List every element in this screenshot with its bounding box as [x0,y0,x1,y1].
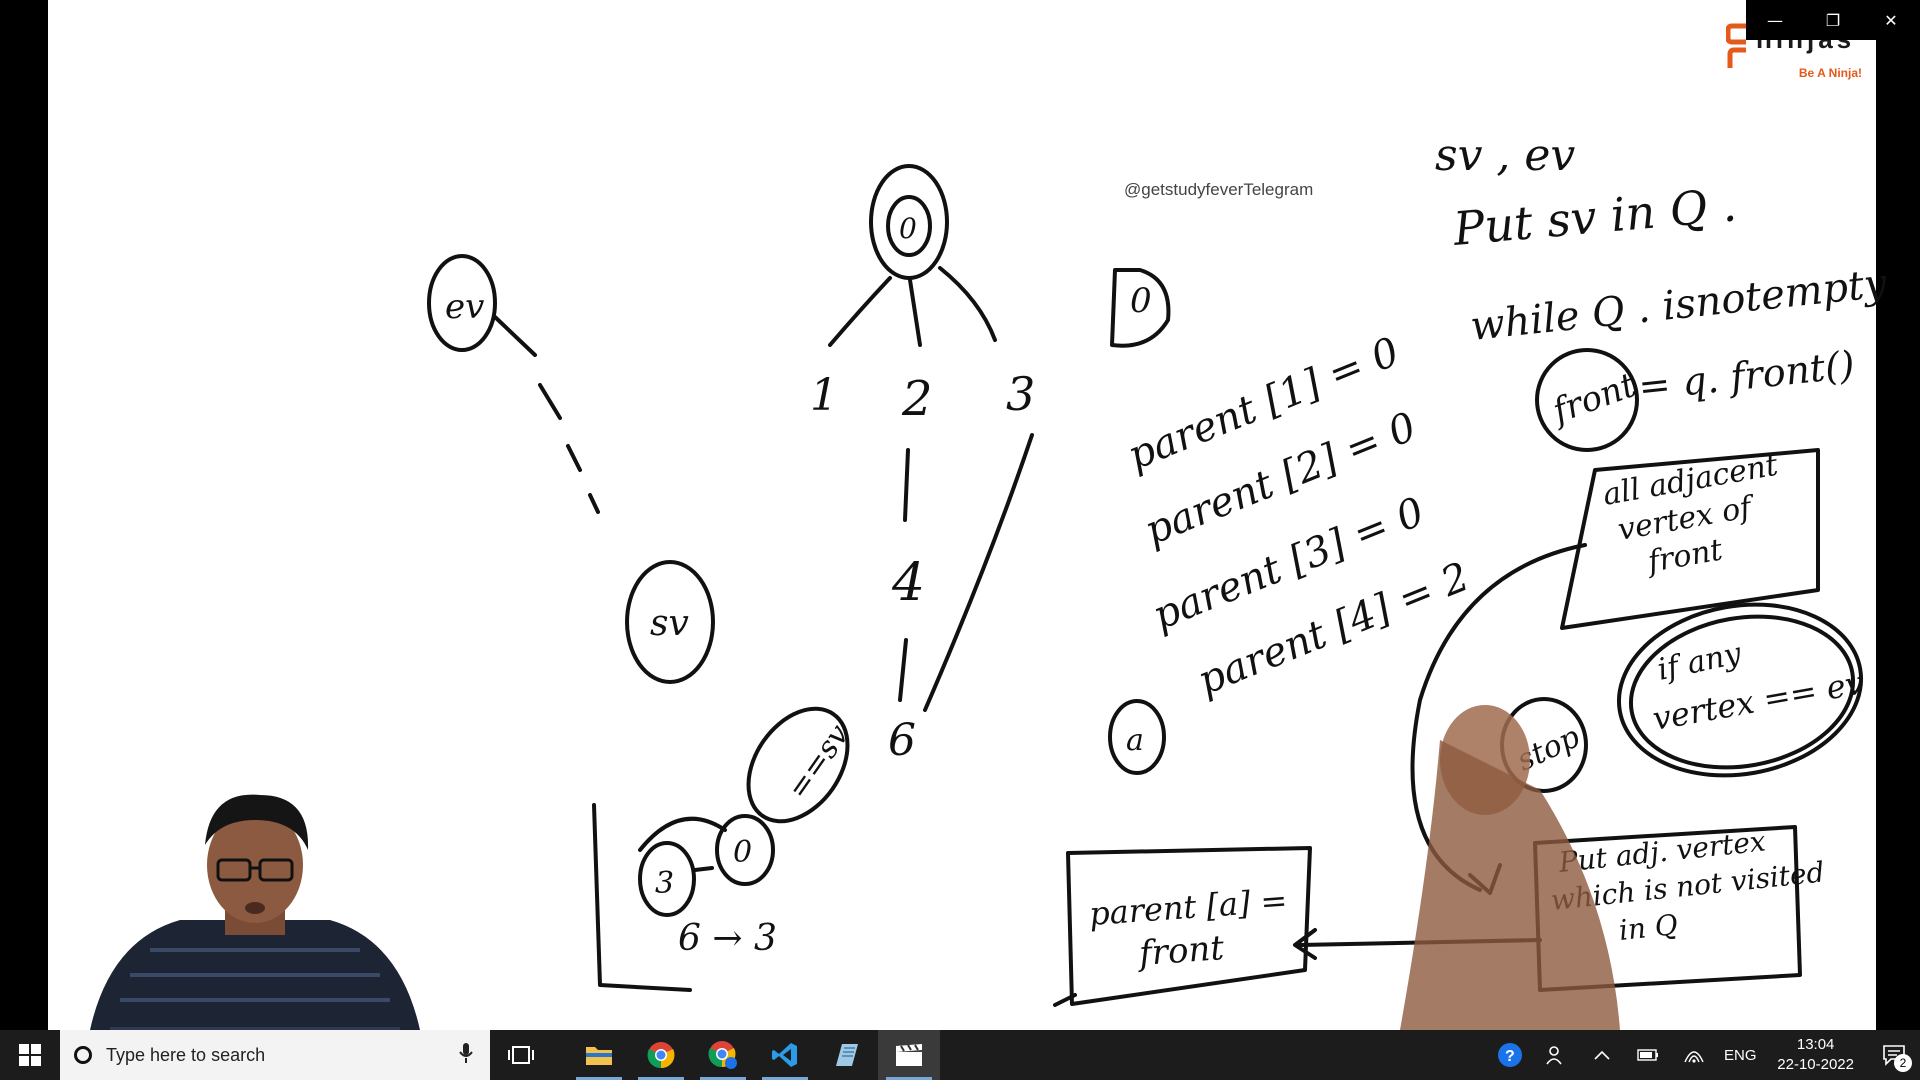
taskbar-search-box[interactable]: Type here to search [60,1030,490,1080]
svg-text:front: front [1135,928,1226,974]
vscode-icon [772,1043,797,1067]
taskbar-chrome[interactable] [630,1030,692,1080]
start-button[interactable] [0,1030,60,1080]
svg-text:0: 0 [733,835,752,870]
search-placeholder: Type here to search [106,1044,266,1065]
system-tray: ? ENG 13:04 22-10-2022 2 [1487,1030,1920,1080]
tree-child-3: 3 [1006,367,1035,421]
svg-text:front: front [1545,365,1642,433]
taskbar-file-explorer[interactable] [568,1030,630,1080]
taskbar-chrome-profile[interactable] [692,1030,754,1080]
single-node: 0 [1110,268,1171,348]
logo-tagline: Be A Ninja! [1798,66,1862,80]
svg-text:0: 0 [1130,281,1152,321]
windows-logo-icon [19,1044,41,1066]
svg-text:parent [a] =: parent [a] = [1088,881,1289,933]
people-icon[interactable] [1533,1030,1579,1080]
watermark-text: @getstudyfeverTelegram [1124,180,1314,199]
tree-child-2: 2 [901,371,933,427]
adjacent-box: all adjacent vertex of front [1560,448,1820,630]
svg-text:a: a [1126,723,1144,758]
algo-line-sv-ev: sv , ev [1435,130,1575,181]
taskbar: Type here to search ? ENG 13:04 22-10-20… [0,1030,1920,1080]
svg-text:ev: ev [445,287,484,327]
task-view-button[interactable] [490,1030,552,1080]
clock[interactable]: 13:04 22-10-2022 [1763,1035,1868,1075]
front-circle: front [1535,348,1642,452]
parent-list: parent [1] = 0 parent [2] = 0 parent [3]… [1122,329,1476,704]
wifi-icon[interactable] [1671,1030,1717,1080]
clock-time: 13:04 [1796,1036,1835,1053]
notification-count-badge: 2 [1894,1054,1912,1072]
chevron-up-icon[interactable] [1579,1030,1625,1080]
svg-text:?: ? [1505,1048,1515,1065]
action-center-button[interactable]: 2 [1868,1030,1920,1080]
notepad-icon [836,1044,858,1066]
clock-date: 22-10-2022 [1777,1056,1854,1073]
sv-node: sv [625,560,715,684]
ev-node: ev [427,254,600,514]
a-node: a [1108,699,1166,775]
chrome-icon [647,1042,675,1069]
battery-icon[interactable] [1625,1030,1671,1080]
algo-line-while: while Q . isnotempty [1468,260,1890,350]
microphone-icon[interactable] [454,1042,478,1068]
tree-node-6: 6 [888,715,916,766]
tree-root: 0 [828,164,997,347]
presenter-webcam [90,794,420,1030]
folder-icon [586,1047,612,1065]
svg-text:0: 0 [899,212,917,245]
tree-child-1: 1 [810,370,838,421]
clapperboard-icon [896,1044,922,1066]
svg-text:3: 3 [655,866,674,901]
cortana-icon [74,1046,92,1064]
language-indicator[interactable]: ENG [1717,1030,1763,1080]
window-controls: — ❐ ✕ [1746,0,1920,40]
taskbar-vscode[interactable] [754,1030,816,1080]
restore-button[interactable]: ❐ [1804,0,1862,40]
chrome-profile-icon [708,1041,737,1069]
queue-drawing: 3 0 ==sv 6 → 3 [592,706,857,992]
algo-line-front: = q. front() [1636,343,1856,409]
close-button[interactable]: ✕ [1862,0,1920,40]
tree-node-4: 4 [891,553,925,613]
svg-text:6 → 3: 6 → 3 [678,918,777,959]
taskbar-notepad[interactable] [816,1030,878,1080]
taskbar-video-app[interactable] [878,1030,940,1080]
minimize-button[interactable]: — [1746,0,1804,40]
svg-text:in Q: in Q [1617,908,1679,947]
algo-line-put-sv: Put sv in Q . [1450,177,1738,256]
help-icon[interactable]: ? [1487,1030,1533,1080]
svg-text:sv: sv [650,603,689,644]
task-view-icon [508,1046,534,1064]
